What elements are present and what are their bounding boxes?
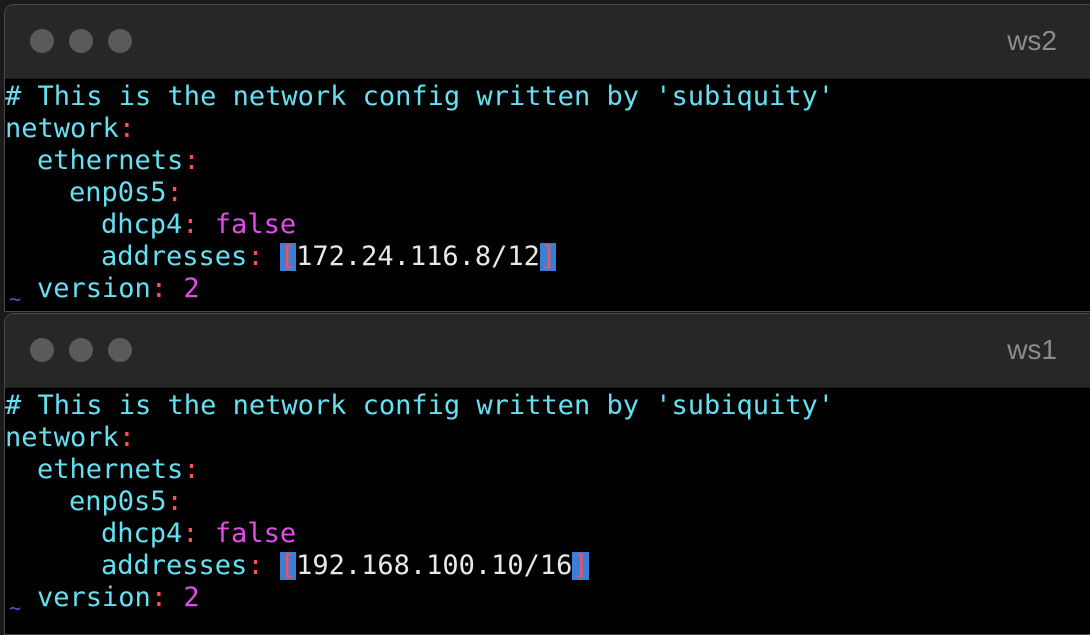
address-value: 172.24.116.8/12 — [296, 241, 540, 272]
dhcp4-line: dhcp4: false — [5, 518, 1090, 550]
network-line: network: — [5, 422, 1090, 454]
bracket-close: ] — [539, 241, 557, 272]
bracket-close: ] — [572, 550, 589, 581]
comment-text: # This is the network config written by … — [5, 390, 835, 421]
interface-key: enp0s5 — [69, 177, 167, 208]
interface-line: enp0s5: — [5, 177, 1090, 209]
addresses-line: addresses: [172.24.116.8/12] — [5, 241, 1090, 273]
colon: : — [118, 113, 136, 144]
window-title: ws2 — [1007, 25, 1057, 56]
dhcp4-key: dhcp4 — [101, 518, 183, 549]
terminal-content[interactable]: # This is the network config written by … — [5, 79, 1090, 311]
version-value: 2 — [183, 582, 200, 613]
comment-line: # This is the network config written by … — [5, 81, 1090, 113]
close-button[interactable] — [30, 338, 54, 362]
ethernets-line: ethernets: — [5, 145, 1090, 177]
colon: : — [247, 550, 280, 581]
zoom-button[interactable] — [108, 338, 132, 362]
zoom-button[interactable] — [108, 29, 132, 53]
ethernets-line: ethernets: — [5, 454, 1090, 486]
minimize-button[interactable] — [69, 338, 93, 362]
close-button[interactable] — [30, 29, 54, 53]
interface-line: enp0s5: — [5, 486, 1090, 518]
colon: : — [182, 209, 215, 240]
network-key: network — [5, 113, 119, 144]
colon: : — [150, 273, 184, 304]
colon: : — [118, 422, 136, 453]
addresses-key: addresses — [101, 241, 248, 272]
network-key: network — [5, 422, 119, 453]
comment-text: # This is the network config written by … — [5, 81, 835, 112]
interface-key: enp0s5 — [69, 486, 167, 517]
colon: : — [183, 145, 200, 176]
dhcp4-value: false — [214, 518, 297, 549]
terminal-window-ws1[interactable]: ws1 # This is the network config written… — [4, 313, 1090, 635]
version-line: version: 2 — [5, 273, 1090, 305]
window-titlebar[interactable]: ws2 — [5, 5, 1090, 79]
addresses-key: addresses — [101, 550, 248, 581]
address-value: 192.168.100.10/16 — [296, 550, 573, 581]
addresses-line: addresses: [192.168.100.10/16] — [5, 550, 1090, 582]
bracket-open: [ — [279, 241, 297, 272]
colon: : — [166, 177, 183, 208]
dhcp4-key: dhcp4 — [101, 209, 183, 240]
traffic-lights — [30, 29, 132, 53]
network-line: network: — [5, 113, 1090, 145]
colon: : — [183, 454, 200, 485]
comment-line: # This is the network config written by … — [5, 390, 1090, 422]
window-title: ws1 — [1007, 334, 1057, 365]
terminal-window-ws2[interactable]: ws2 # This is the network config written… — [4, 4, 1090, 312]
colon: : — [182, 518, 215, 549]
window-titlebar[interactable]: ws1 — [5, 314, 1090, 388]
bracket-open: [ — [279, 550, 297, 581]
dhcp4-value: false — [214, 209, 297, 240]
colon: : — [247, 241, 280, 272]
traffic-lights — [30, 338, 132, 362]
terminal-content[interactable]: # This is the network config written by … — [5, 388, 1090, 620]
version-line: version: 2 — [5, 582, 1090, 614]
dhcp4-line: dhcp4: false — [5, 209, 1090, 241]
empty-line-tilde: ~ — [9, 287, 22, 311]
colon: : — [150, 582, 184, 613]
ethernets-key: ethernets — [37, 145, 184, 176]
empty-line-tilde: ~ — [9, 596, 22, 620]
minimize-button[interactable] — [69, 29, 93, 53]
colon: : — [166, 486, 183, 517]
version-key: version — [37, 582, 151, 613]
version-value: 2 — [183, 273, 200, 304]
ethernets-key: ethernets — [37, 454, 184, 485]
version-key: version — [37, 273, 151, 304]
